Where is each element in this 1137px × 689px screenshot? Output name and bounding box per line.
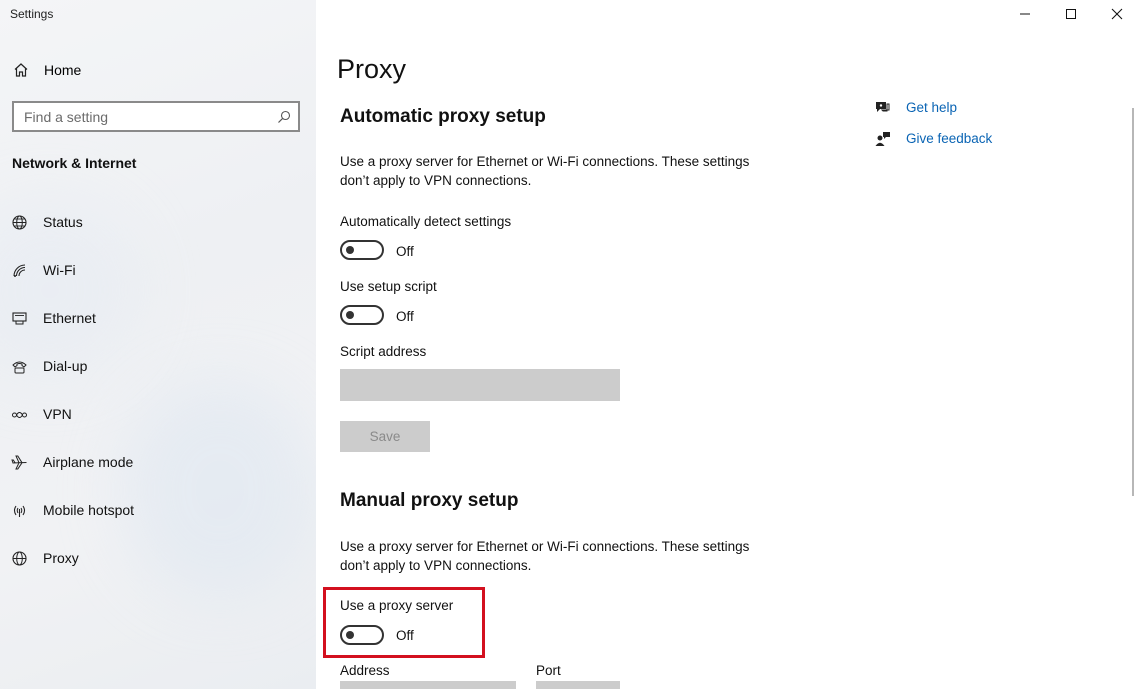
save-button[interactable]: Save <box>340 421 430 452</box>
give-feedback-link[interactable]: Give feedback <box>874 128 1074 152</box>
sidebar-item-label: Wi-Fi <box>43 262 76 278</box>
app-title: Settings <box>10 7 54 21</box>
minimize-button[interactable] <box>1002 0 1048 30</box>
main-content: Proxy Automatic proxy setup Use a proxy … <box>316 0 1137 689</box>
description-line: don’t apply to VPN connections. <box>340 173 532 188</box>
maximize-button[interactable] <box>1048 0 1094 30</box>
setup-script-toggle[interactable] <box>340 305 384 325</box>
give-feedback-label: Give feedback <box>906 131 993 146</box>
sidebar: Settings Home Find a setting Network & I… <box>0 0 316 689</box>
toggle-knob <box>346 246 354 254</box>
use-proxy-label: Use a proxy server <box>340 598 454 613</box>
automatic-proxy-heading: Automatic proxy setup <box>340 106 546 127</box>
sidebar-item-status[interactable]: Status <box>0 202 316 242</box>
toggle-knob <box>346 631 354 639</box>
detect-settings-toggle[interactable] <box>340 240 384 260</box>
use-proxy-state: Off <box>396 628 414 643</box>
help-chat-icon <box>876 102 890 112</box>
sidebar-item-label: Ethernet <box>43 310 96 326</box>
get-help-label: Get help <box>906 100 958 115</box>
address-label: Address <box>340 663 390 678</box>
sidebar-item-label: Proxy <box>43 550 79 566</box>
script-address-label: Script address <box>340 344 427 359</box>
sidebar-item-label: Dial-up <box>43 358 88 374</box>
close-icon <box>1111 8 1123 20</box>
address-input[interactable] <box>340 681 516 689</box>
sidebar-item-ethernet[interactable]: Ethernet <box>0 298 316 338</box>
sidebar-item-wifi[interactable]: Wi-Fi <box>0 250 316 290</box>
ethernet-icon <box>12 312 27 325</box>
close-button[interactable] <box>1094 0 1137 30</box>
description-line: Use a proxy server for Ethernet or Wi-Fi… <box>340 539 750 554</box>
sidebar-item-airplane-mode[interactable]: Airplane mode <box>0 442 316 482</box>
manual-proxy-description: Use a proxy server for Ethernet or Wi-Fi… <box>340 537 780 575</box>
dialup-icon <box>12 361 27 374</box>
detect-settings-state: Off <box>396 244 414 259</box>
port-input[interactable] <box>536 681 620 689</box>
search-input[interactable]: Find a setting <box>12 101 300 132</box>
maximize-icon <box>1066 9 1076 19</box>
sidebar-home[interactable]: Home <box>0 56 316 84</box>
proxy-globe-icon <box>12 551 27 566</box>
toggle-knob <box>346 311 354 319</box>
script-address-input[interactable] <box>340 369 620 401</box>
setup-script-state: Off <box>396 309 414 324</box>
sidebar-home-label: Home <box>44 62 82 78</box>
home-icon <box>14 63 28 77</box>
description-line: Use a proxy server for Ethernet or Wi-Fi… <box>340 154 750 169</box>
airplane-icon <box>11 455 27 470</box>
description-line: don’t apply to VPN connections. <box>340 558 532 573</box>
port-label: Port <box>536 663 561 678</box>
sidebar-item-dialup[interactable]: Dial-up <box>0 346 316 386</box>
wifi-icon <box>13 264 26 277</box>
sidebar-section-title: Network & Internet <box>12 155 137 171</box>
setup-script-label: Use setup script <box>340 279 437 294</box>
sidebar-item-label: Mobile hotspot <box>43 502 135 518</box>
sidebar-item-mobile-hotspot[interactable]: Mobile hotspot <box>0 490 316 530</box>
feedback-icon <box>875 132 890 146</box>
page-title: Proxy <box>337 54 407 84</box>
sidebar-item-label: Status <box>43 214 83 230</box>
manual-proxy-heading: Manual proxy setup <box>340 490 519 511</box>
detect-settings-label: Automatically detect settings <box>340 214 512 229</box>
scrollbar[interactable] <box>1132 108 1134 496</box>
search-placeholder: Find a setting <box>24 109 109 125</box>
sidebar-item-label: Airplane mode <box>43 454 134 470</box>
hotspot-icon <box>13 505 26 517</box>
vpn-icon <box>12 412 27 418</box>
sidebar-item-vpn[interactable]: VPN <box>0 394 316 434</box>
sidebar-item-proxy[interactable]: Proxy <box>0 538 316 578</box>
use-proxy-toggle[interactable] <box>340 625 384 645</box>
minimize-icon <box>1020 13 1030 15</box>
automatic-proxy-description: Use a proxy server for Ethernet or Wi-Fi… <box>340 152 780 190</box>
search-icon[interactable] <box>277 110 291 124</box>
sidebar-item-label: VPN <box>43 406 72 422</box>
status-globe-icon <box>12 215 27 230</box>
get-help-link[interactable]: Get help <box>874 97 1074 121</box>
